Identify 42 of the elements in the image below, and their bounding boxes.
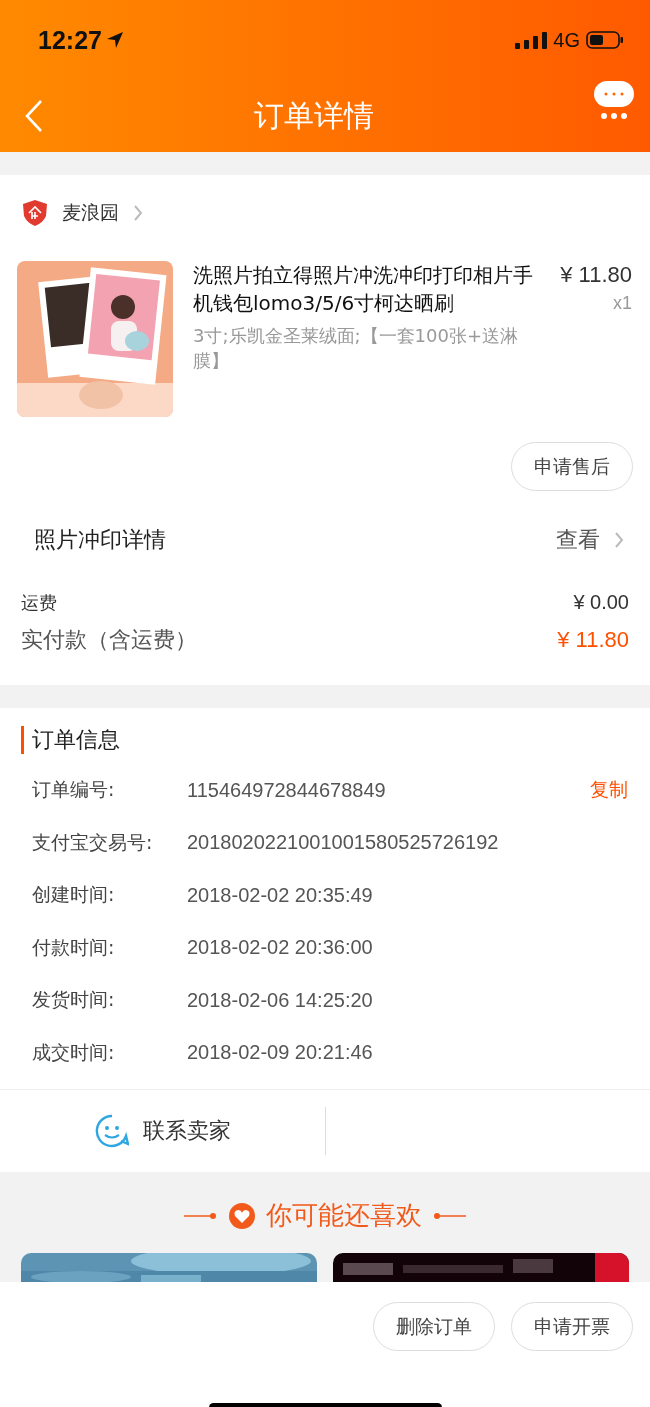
- field-value: 115464972844678849: [187, 778, 387, 802]
- field-value: 2018-02-02 20:36:00: [187, 936, 374, 960]
- chat-bubble-icon: [592, 79, 636, 121]
- field-label: 支付宝交易号:: [32, 829, 154, 855]
- item-price: ¥ 11.80: [560, 261, 632, 289]
- field-value: 2018-02-06 14:25:20: [187, 988, 374, 1012]
- page-title: 订单详情: [253, 96, 375, 135]
- paid-amount: ¥ 11.80: [557, 627, 629, 653]
- field-label: 发货时间:: [32, 987, 116, 1013]
- request-invoice-button[interactable]: 申请开票: [511, 1302, 633, 1351]
- field-value: 2018020221001001580525726192: [187, 831, 500, 855]
- smiley-chat-icon: [94, 1114, 129, 1148]
- signal-icon: [515, 31, 548, 49]
- shield-icon: [22, 199, 48, 227]
- delete-order-button[interactable]: 删除订单: [373, 1302, 495, 1351]
- field-value: 2018-02-09 20:21:46: [187, 1041, 374, 1065]
- clock-time: 12:27: [38, 25, 102, 55]
- section-title: 你可能还喜欢: [266, 1199, 422, 1232]
- dash-ornament-icon: [184, 1210, 218, 1221]
- field-label: 成交时间:: [32, 1039, 116, 1065]
- item-quantity: x1: [612, 292, 632, 315]
- shipping-fee: ¥ 0.00: [573, 591, 629, 614]
- field-label: 创建时间:: [32, 882, 116, 908]
- product-variant: 3寸;乐凯金圣莱绒面;【一套100张+送淋膜】: [193, 324, 520, 373]
- total-label: 运费: [21, 591, 57, 615]
- shop-name[interactable]: 麦浪园: [62, 200, 119, 226]
- dash-ornament-icon: [432, 1210, 466, 1221]
- battery-icon: [586, 30, 624, 50]
- chevron-icon: [133, 204, 143, 222]
- field-label: 付款时间:: [32, 934, 116, 960]
- product-title[interactable]: 洗照片拍立得照片冲洗冲印打印相片手机钱包lomo3/5/6寸柯达晒刷: [193, 261, 541, 317]
- field-value: 2018-02-02 20:35:49: [187, 883, 374, 907]
- chevron-icon: [614, 531, 624, 549]
- section-title: 订单信息: [21, 726, 628, 754]
- section-label: 照片冲印详情: [34, 526, 166, 554]
- view-link[interactable]: 查看: [556, 525, 600, 555]
- location-arrow-icon: [105, 31, 124, 49]
- after-sales-button[interactable]: 申请售后: [511, 442, 633, 491]
- total-label: 实付款（含运费）: [21, 626, 197, 654]
- field-label: 订单编号:: [32, 777, 116, 803]
- network-label: 4G: [553, 28, 580, 52]
- back-icon: [24, 99, 44, 133]
